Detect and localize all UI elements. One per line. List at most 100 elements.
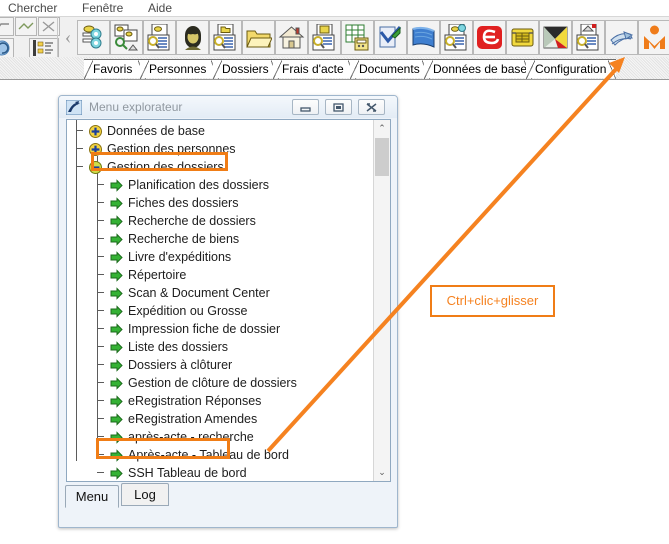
arrow-leaf-icon [110, 305, 123, 318]
toolbar-button-maison-fiche[interactable] [572, 20, 605, 55]
toolbar-button-izimi[interactable] [638, 20, 669, 55]
tree-item-label: Gestion des dossiers [107, 160, 224, 174]
tree-item-label: Dossiers à clôturer [128, 358, 233, 372]
tree-scrollbar[interactable]: ⌃ ⌄ [373, 120, 390, 481]
bottom-tab-menu[interactable]: Menu [65, 485, 119, 508]
arrow-leaf-icon [110, 413, 123, 426]
tab-label: Configuration [535, 62, 607, 76]
toolbar-button-fiche-recherche[interactable] [143, 20, 176, 55]
livre-icon [408, 24, 439, 51]
bottom-tab-log[interactable]: Log [121, 483, 169, 506]
menu-tree[interactable]: Données de base Gestion des personnes Ge… [66, 119, 391, 482]
tree-item-label: Scan & Document Center [128, 286, 270, 300]
tab-label: Documents [359, 62, 420, 76]
menu-item-fenetre[interactable]: Fenêtre [78, 0, 127, 16]
tree-item-label: Gestion de clôture de dossiers [128, 376, 297, 390]
tab-frais-dacte[interactable]: Frais d'acte [273, 59, 356, 79]
close-button[interactable] [358, 99, 385, 115]
toolbar-button-carte-puce[interactable] [506, 20, 539, 55]
arrow-leaf-icon [110, 323, 123, 336]
tree-item-label: Gestion des personnes [107, 142, 236, 156]
refresh-button[interactable] [0, 38, 14, 58]
plus-node-icon[interactable] [89, 143, 102, 156]
tab-favoris[interactable]: Favoris [84, 59, 146, 79]
window-title-bar[interactable]: Menu explorateur [59, 96, 397, 118]
tab-donnees-de-base[interactable]: Données de base [424, 59, 532, 79]
bottom-tab-label: Menu [75, 489, 109, 504]
tree-item-label: eRegistration Amendes [128, 412, 258, 426]
arrow-leaf-icon [110, 287, 123, 300]
menu-explorateur-window: Menu explorateur Données de base Gestion… [58, 95, 398, 528]
scanner-icon [606, 24, 637, 51]
tree-item-label: SSH Tableau de bord [128, 466, 247, 480]
palette-icon [540, 24, 571, 51]
toolbar-button-personne[interactable] [176, 20, 209, 55]
document-bleu-icon [441, 24, 472, 51]
toolbar-button-palette[interactable] [539, 20, 572, 55]
arrow-leaf-icon [110, 179, 123, 192]
tab-configuration[interactable]: Configuration [526, 59, 616, 79]
tab-documents[interactable]: Documents [350, 59, 430, 79]
menu-bar: Chercher Fenêtre Aide [0, 0, 669, 16]
arrow-leaf-icon [110, 269, 123, 282]
maison-icon [276, 24, 307, 51]
menu-item-aide[interactable]: Aide [144, 0, 176, 16]
tree-item-label: Recherche de dossiers [128, 214, 256, 228]
arrow-leaf-icon [110, 395, 123, 408]
tree-item-label: Planification des dossiers [128, 178, 270, 192]
toolbar-button-calcul-fiche[interactable] [308, 20, 341, 55]
arrow-leaf-icon [110, 233, 123, 246]
restore-button[interactable] [325, 99, 352, 115]
minus-node-icon[interactable] [89, 161, 102, 174]
window-title: Menu explorateur [89, 100, 183, 114]
arrow-leaf-icon [110, 431, 123, 444]
toolbar-button-scanner[interactable] [605, 20, 638, 55]
arrow-leaf-icon [110, 251, 123, 264]
bottom-tab-label: Log [134, 487, 156, 502]
maison-fiche-icon [573, 24, 604, 51]
menu-item-chercher[interactable]: Chercher [4, 0, 61, 16]
arrow-leaf-icon [110, 449, 123, 462]
toolbar-button-tableau-calcul[interactable] [341, 20, 374, 55]
left-toolbar-panel [0, 17, 60, 58]
toolbar-button-livre[interactable] [407, 20, 440, 55]
curve-tool-button[interactable] [15, 17, 37, 36]
explorer-tree-button[interactable] [29, 38, 59, 58]
arrow-leaf-icon [110, 467, 123, 480]
toolbar-button-eregistration[interactable] [473, 20, 506, 55]
dossier-ouvert-icon [243, 24, 274, 51]
toolbar-button-personnes-maison[interactable] [110, 20, 143, 55]
tableau-calcul-icon [342, 24, 373, 51]
toolbar-button-validation[interactable] [374, 20, 407, 55]
arrow-leaf-icon [110, 359, 123, 372]
tree-item-label: Expédition ou Grosse [128, 304, 248, 318]
tab-personnes[interactable]: Personnes [140, 59, 219, 79]
tree-item-label: Données de base [107, 124, 205, 138]
toolbar-button-dossier-ouvert[interactable] [242, 20, 275, 55]
tree-item-label: eRegistration Réponses [128, 394, 262, 408]
plus-node-icon[interactable] [89, 125, 102, 138]
tree-item-label: Après-acte - Tableau de bord [128, 448, 289, 462]
toolbar-button-parametres[interactable] [77, 20, 110, 55]
toolbar-overflow-chevron[interactable]: ‹ [62, 24, 74, 52]
scroll-up-button[interactable]: ⌃ [374, 120, 390, 137]
personne-icon [177, 24, 208, 51]
callout-label: Ctrl+clic+glisser [446, 293, 539, 308]
line-tool-button[interactable] [0, 17, 14, 36]
tree-item-label: Fiches des dossiers [128, 196, 239, 210]
scrollbar-thumb[interactable] [375, 138, 389, 176]
arrow-leaf-icon [110, 197, 123, 210]
tree-item-label: Recherche de biens [128, 232, 240, 246]
tree-item-label: Livre d'expéditions [128, 250, 232, 264]
arrow-leaf-icon [110, 341, 123, 354]
toolbar-button-dossier-recherche[interactable] [209, 20, 242, 55]
tree-item-label: après-acte - recherche [128, 430, 254, 444]
scroll-down-button[interactable]: ⌄ [374, 464, 390, 481]
eregistration-icon [474, 24, 505, 51]
tab-dossiers[interactable]: Dossiers [213, 59, 279, 79]
tab-label: Frais d'acte [282, 62, 344, 76]
tab-label: Dossiers [222, 62, 269, 76]
toolbar-button-document-bleu[interactable] [440, 20, 473, 55]
toolbar-button-maison[interactable] [275, 20, 308, 55]
minimize-button[interactable] [292, 99, 319, 115]
